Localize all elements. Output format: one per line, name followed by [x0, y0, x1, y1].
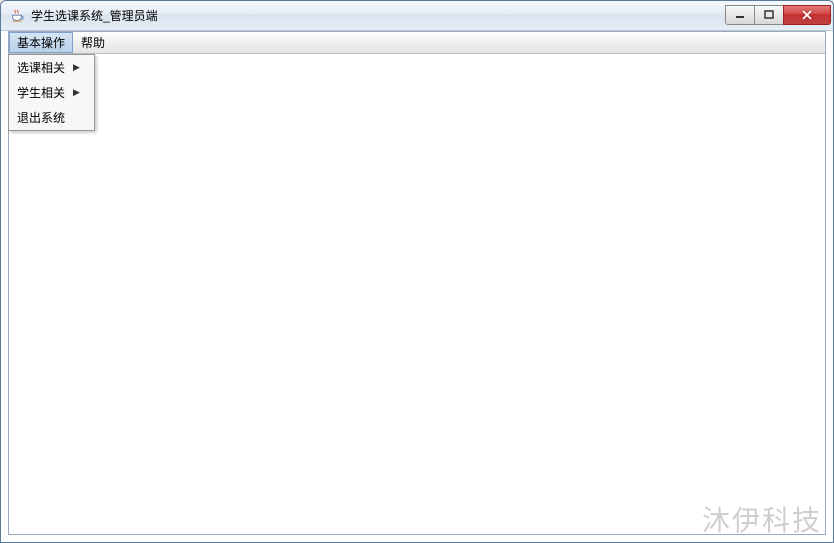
dropdown-label: 学生相关: [17, 84, 65, 101]
client-area: [9, 54, 825, 534]
titlebar[interactable]: 学生选课系统_管理员端: [1, 1, 833, 31]
dropdown-student-related[interactable]: 学生相关 ▶: [9, 80, 94, 105]
dropdown-label: 选课相关: [17, 59, 65, 76]
dropdown-label: 退出系统: [17, 109, 65, 126]
menubar: 基本操作 帮助 选课相关 ▶ 学生相关 ▶ 退出系统: [9, 32, 825, 54]
application-window: 学生选课系统_管理员端 基本操作 帮助 选课相关 ▶: [0, 0, 834, 543]
chevron-right-icon: ▶: [73, 62, 80, 73]
minimize-button[interactable]: [725, 5, 755, 25]
dropdown-exit-system[interactable]: 退出系统: [9, 105, 94, 130]
java-icon: [9, 8, 25, 24]
maximize-button[interactable]: [754, 5, 784, 25]
dropdown-course-related[interactable]: 选课相关 ▶: [9, 55, 94, 80]
window-controls: [726, 5, 831, 25]
inner-frame: 基本操作 帮助 选课相关 ▶ 学生相关 ▶ 退出系统: [8, 31, 826, 535]
chevron-right-icon: ▶: [73, 87, 80, 98]
menu-help[interactable]: 帮助: [73, 32, 113, 53]
menu-basic-operations[interactable]: 基本操作: [9, 32, 73, 53]
menu-label: 基本操作: [17, 34, 65, 51]
close-button[interactable]: [783, 5, 831, 25]
dropdown-menu: 选课相关 ▶ 学生相关 ▶ 退出系统: [8, 54, 95, 131]
menu-label: 帮助: [81, 34, 105, 51]
window-title: 学生选课系统_管理员端: [31, 7, 726, 24]
